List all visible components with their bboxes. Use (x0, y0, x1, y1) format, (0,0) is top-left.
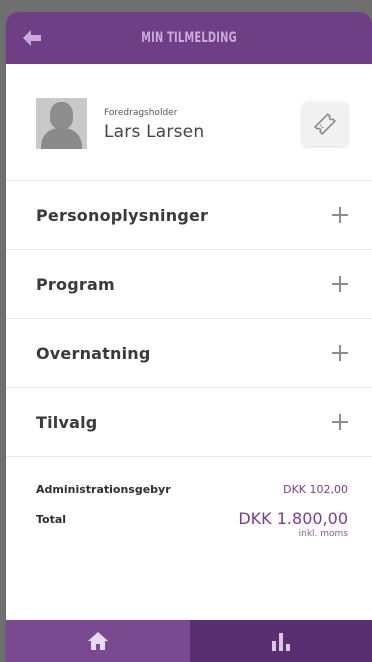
section-label: Program (36, 274, 115, 294)
back-button[interactable] (18, 26, 46, 50)
section-overnatning[interactable]: Overnatning (6, 319, 372, 388)
ticket-button[interactable] (302, 102, 348, 146)
total-value: DKK 1.800,00 (238, 509, 348, 528)
section-tilvalg[interactable]: Tilvalg (6, 388, 372, 457)
vat-note: inkl. moms (298, 528, 348, 539)
section-label: Tilvalg (36, 412, 98, 432)
section-program[interactable]: Program (6, 250, 372, 319)
bar-chart-icon (272, 633, 290, 651)
plus-icon[interactable] (332, 414, 348, 430)
avatar (36, 98, 87, 149)
app-screen: MIN TILMELDING Foredragsholder Lars Lars… (6, 12, 372, 662)
admin-fee-label: Administrationsgebyr (36, 483, 171, 496)
section-label: Personoplysninger (36, 205, 209, 225)
total-amount: DKK 1.800,00 inkl. moms (238, 510, 348, 539)
bottom-nav (6, 620, 372, 662)
total-row: Total DKK 1.800,00 inkl. moms (36, 510, 348, 539)
admin-fee-value: DKK 102,00 (283, 483, 348, 496)
section-personoplysninger[interactable]: Personoplysninger (6, 181, 372, 250)
total-label: Total (36, 513, 67, 526)
nav-home-button[interactable] (6, 620, 190, 662)
avatar-body (41, 128, 82, 149)
fees-summary: Administrationsgebyr DKK 102,00 Total DK… (6, 457, 372, 623)
admin-fee-row: Administrationsgebyr DKK 102,00 (36, 483, 348, 496)
home-icon (88, 632, 108, 650)
nav-stats-button[interactable] (190, 620, 372, 662)
ticket-icon (313, 112, 337, 136)
section-label: Overnatning (36, 343, 151, 363)
profile-name: Lars Larsen (104, 122, 205, 142)
plus-icon[interactable] (332, 276, 348, 292)
plus-icon[interactable] (332, 345, 348, 361)
profile-role: Foredragsholder (104, 108, 178, 118)
page-title: MIN TILMELDING (141, 30, 237, 46)
arrow-left-icon (23, 30, 41, 46)
avatar-head (50, 102, 73, 129)
profile-card: Foredragsholder Lars Larsen (6, 64, 372, 181)
top-bar: MIN TILMELDING (6, 12, 372, 64)
plus-icon[interactable] (332, 207, 348, 223)
